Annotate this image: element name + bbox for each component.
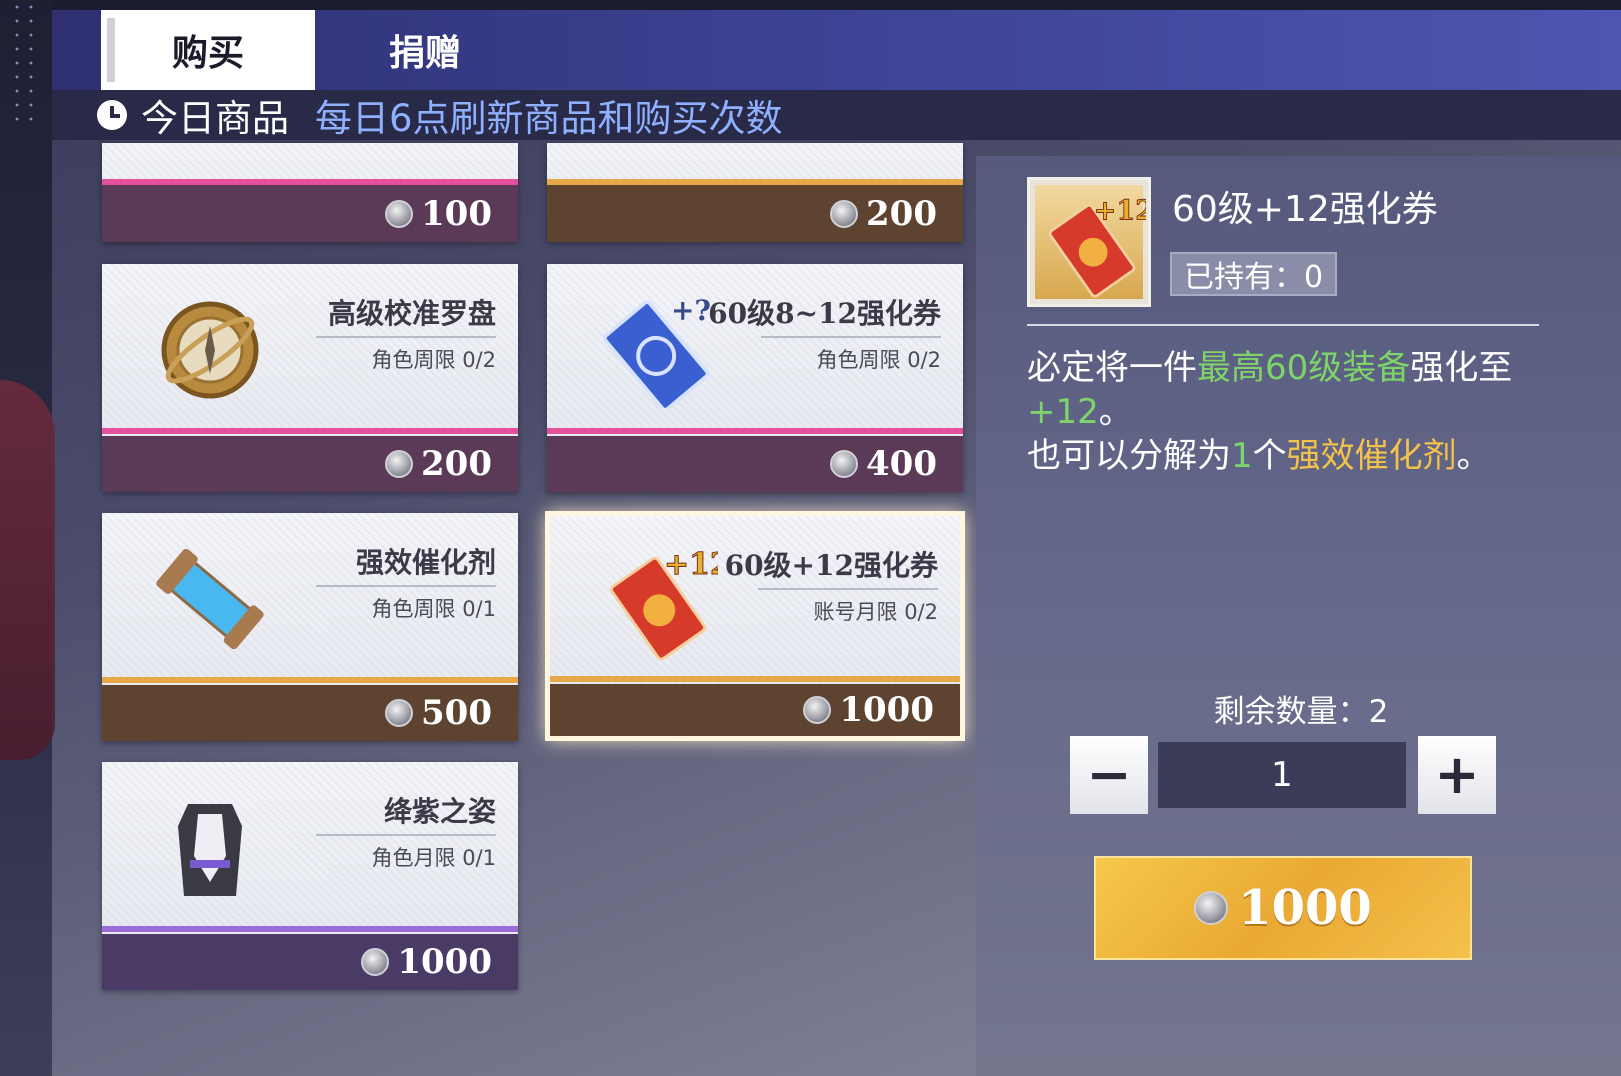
item-name: 60级+12强化券 <box>724 549 938 582</box>
daily-title: 今日商品 <box>141 97 289 140</box>
top-edge-bar <box>52 0 1621 10</box>
shop-item-card[interactable]: 100 <box>102 143 518 242</box>
decrease-button[interactable]: − <box>1070 736 1148 814</box>
item-limit: 角色周限 0/1 <box>371 597 496 621</box>
shop-item-card[interactable]: 绛紫之姿 角色月限 0/1 1000 <box>102 762 518 990</box>
coin-icon <box>385 699 414 727</box>
daily-header: 今日商品 每日6点刷新商品和购买次数 <box>52 90 1621 140</box>
tab-gift-label: 捐赠 <box>388 32 461 74</box>
item-limit: 角色月限 0/1 <box>371 846 496 870</box>
item-name: 绛紫之姿 <box>383 795 496 828</box>
detail-title: 60级+12强化券 <box>1172 189 1438 230</box>
item-price: 200 <box>421 444 492 484</box>
tab-gift[interactable]: 捐赠 <box>340 10 510 90</box>
shop-item-card-selected[interactable]: +12 60级+12强化券 账号月限 0/2 1000 <box>545 511 965 741</box>
tab-buy[interactable]: 购买 <box>101 10 315 90</box>
red-ticket-icon: +12 <box>1048 195 1146 298</box>
coin-icon <box>803 696 832 724</box>
purchase-price: 1000 <box>1238 880 1372 936</box>
coin-icon <box>361 948 390 976</box>
item-price: 1000 <box>397 942 492 982</box>
shop-item-card[interactable]: +? 60级8~12强化券 角色周限 0/2 400 <box>547 264 963 492</box>
svg-text:+12: +12 <box>664 547 718 582</box>
remaining-count: 剩余数量：2 <box>1213 694 1389 730</box>
clock-icon <box>97 100 127 130</box>
owned-count: 已持有：0 <box>1170 252 1338 296</box>
quantity-input[interactable]: 1 <box>1158 742 1406 808</box>
item-price: 200 <box>866 193 937 234</box>
refresh-hint: 每日6点刷新商品和购买次数 <box>315 97 783 140</box>
item-price: 500 <box>421 693 492 733</box>
shop-item-card[interactable]: 200 <box>547 143 963 242</box>
item-limit: 账号月限 0/2 <box>813 600 938 624</box>
coin-icon <box>385 450 414 478</box>
compass-icon <box>161 301 259 399</box>
coin-icon <box>1194 891 1229 925</box>
detail-divider <box>1027 324 1539 326</box>
coin-icon <box>830 199 859 228</box>
purchase-button[interactable]: 1000 <box>1094 856 1472 960</box>
increase-button[interactable]: + <box>1418 736 1496 814</box>
svg-text:+?: +? <box>671 294 711 327</box>
detail-item-icon: +12 <box>1027 177 1151 307</box>
svg-text:+12: +12 <box>1094 196 1146 227</box>
item-name: 强效催化剂 <box>355 546 496 579</box>
shop-item-card[interactable]: 强效催化剂 角色周限 0/1 500 <box>102 513 518 741</box>
item-price: 1000 <box>839 690 934 730</box>
item-name: 高级校准罗盘 <box>327 297 496 330</box>
outfit-icon <box>178 804 242 896</box>
quantity-stepper: − 1 + <box>1070 736 1496 814</box>
blue-ticket-icon: +? <box>602 294 711 408</box>
catalyst-vial-icon <box>156 548 264 650</box>
item-limit: 角色周限 0/2 <box>371 348 496 372</box>
item-detail-panel: +12 60级+12强化券 已持有：0 必定将一件最高60级装备强化至+12。 … <box>976 156 1621 1076</box>
character-edge-art <box>0 380 55 760</box>
red-ticket-icon: +12 <box>609 547 718 660</box>
tab-buy-label: 购买 <box>171 32 244 74</box>
coin-icon <box>385 199 414 228</box>
item-price: 100 <box>421 193 492 234</box>
item-name: 60级8~12强化券 <box>708 297 941 330</box>
detail-description: 必定将一件最高60级装备强化至 +12。 也可以分解为1个强效催化剂。 <box>1027 348 1513 476</box>
dot-pattern <box>10 0 40 130</box>
coin-icon <box>830 450 859 478</box>
shop-item-card[interactable]: 高级校准罗盘 角色周限 0/2 200 <box>102 264 518 492</box>
item-price: 400 <box>866 444 937 484</box>
item-limit: 角色周限 0/2 <box>816 348 941 372</box>
